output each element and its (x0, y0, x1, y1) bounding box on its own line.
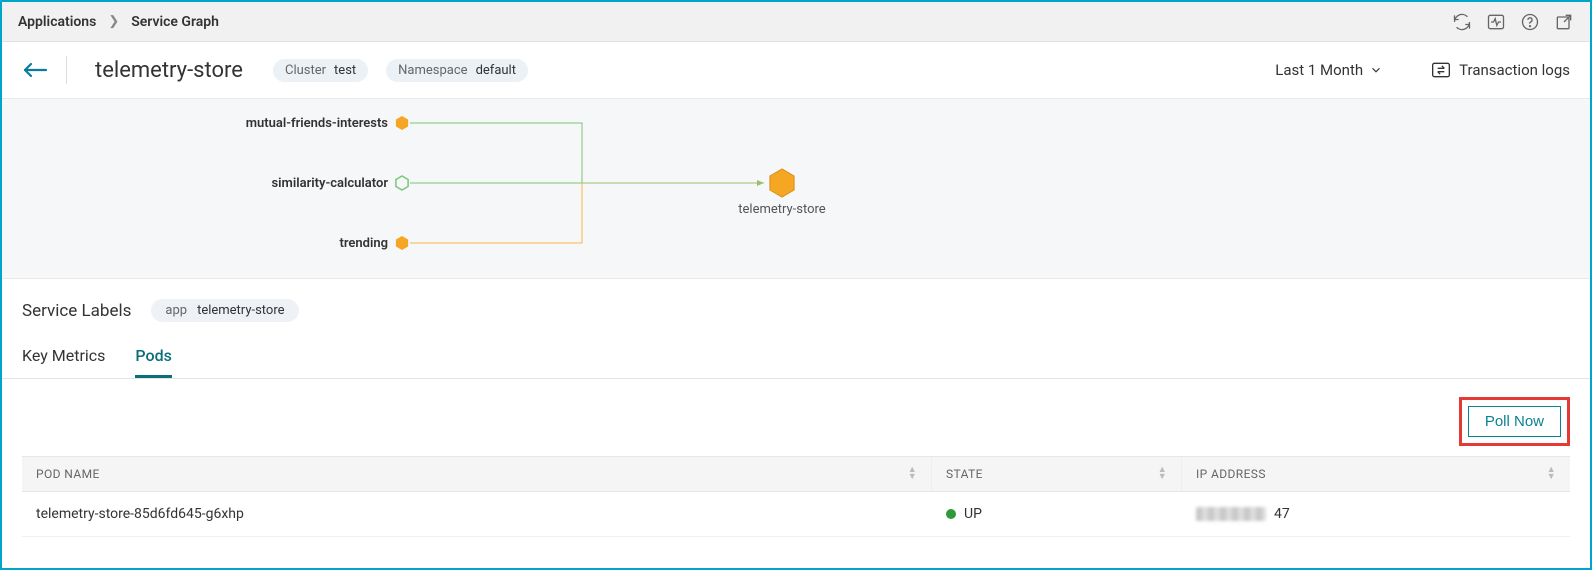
back-button[interactable] (22, 58, 48, 82)
sort-icon[interactable]: ▲▼ (908, 467, 917, 481)
cluster-pill[interactable]: Cluster test (273, 59, 368, 82)
page-header: telemetry-store Cluster test Namespace d… (2, 42, 1590, 99)
sort-icon[interactable]: ▲▼ (1158, 467, 1167, 481)
pod-name-cell: telemetry-store-85d6fd645-g6xhp (22, 492, 932, 536)
breadcrumb-root[interactable]: Applications (18, 14, 96, 30)
namespace-pill[interactable]: Namespace default (386, 59, 528, 82)
column-header[interactable]: STATE▲▼ (932, 457, 1182, 491)
service-labels-section: Service Labels app telemetry-store (2, 279, 1590, 328)
service-labels-heading: Service Labels (22, 301, 131, 321)
external-link-icon[interactable] (1554, 12, 1574, 32)
poll-now-highlight: Poll Now (1459, 397, 1570, 446)
refresh-icon[interactable] (1452, 12, 1472, 32)
chevron-right-icon: ❯ (108, 14, 119, 29)
ip-cell: 47 (1182, 492, 1570, 536)
swap-icon (1431, 61, 1451, 79)
breadcrumb-current: Service Graph (131, 14, 219, 30)
tab-pods[interactable]: Pods (135, 346, 171, 378)
svg-text:trending: trending (339, 236, 388, 251)
tab-key-metrics[interactable]: Key Metrics (22, 346, 105, 378)
svg-text:telemetry-store: telemetry-store (738, 202, 826, 217)
pods-actions-row: Poll Now (2, 379, 1590, 456)
column-header[interactable]: IP ADDRESS▲▼ (1182, 457, 1570, 491)
namespace-label: Namespace (398, 63, 467, 78)
page-title: telemetry-store (95, 58, 243, 83)
transaction-logs-label: Transaction logs (1459, 61, 1570, 79)
tabs: Key Metrics Pods (2, 328, 1590, 379)
service-label-key: app (165, 303, 187, 318)
table-row[interactable]: telemetry-store-85d6fd645-g6xhpUP47 (22, 492, 1570, 537)
activity-icon[interactable] (1486, 12, 1506, 32)
cluster-value: test (334, 63, 356, 78)
service-label-value: telemetry-store (197, 303, 284, 318)
status-dot-icon (946, 509, 956, 519)
sort-icon[interactable]: ▲▼ (1547, 467, 1556, 481)
topbar-actions (1452, 12, 1574, 32)
time-range-selector[interactable]: Last 1 Month (1275, 61, 1383, 79)
service-graph-canvas[interactable]: mutual-friends-interests similarity-calcu… (2, 99, 1590, 279)
state-cell: UP (932, 492, 1182, 536)
cluster-label: Cluster (285, 63, 326, 78)
top-breadcrumb-bar: Applications ❯ Service Graph (2, 2, 1590, 42)
pods-table: POD NAME▲▼STATE▲▼IP ADDRESS▲▼ telemetry-… (22, 456, 1570, 537)
column-header[interactable]: POD NAME▲▼ (22, 457, 932, 491)
transaction-logs-link[interactable]: Transaction logs (1431, 61, 1570, 79)
poll-now-button[interactable]: Poll Now (1468, 406, 1561, 437)
redacted-ip (1196, 507, 1266, 521)
namespace-value: default (476, 63, 516, 78)
help-icon[interactable] (1520, 12, 1540, 32)
breadcrumb: Applications ❯ Service Graph (18, 14, 219, 30)
table-header: POD NAME▲▼STATE▲▼IP ADDRESS▲▼ (22, 456, 1570, 492)
svg-text:similarity-calculator: similarity-calculator (271, 176, 388, 191)
time-range-label: Last 1 Month (1275, 61, 1363, 79)
service-label-pill[interactable]: app telemetry-store (151, 299, 298, 322)
svg-text:mutual-friends-interests: mutual-friends-interests (246, 116, 389, 131)
chevron-down-icon (1369, 63, 1383, 77)
